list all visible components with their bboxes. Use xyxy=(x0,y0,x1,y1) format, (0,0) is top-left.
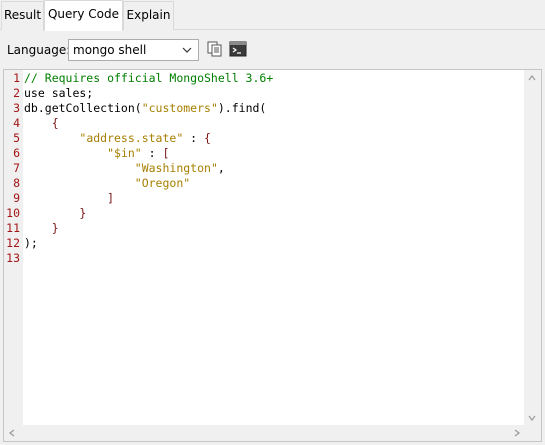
code-token: { xyxy=(204,131,211,145)
line-number: 9 xyxy=(13,191,20,205)
code-token: "customers" xyxy=(141,101,218,115)
code-line: 10 } xyxy=(4,206,273,221)
scroll-down-icon[interactable] xyxy=(528,414,536,422)
scroll-up-icon[interactable] xyxy=(528,74,536,82)
code-token: // Requires official MongoShell 3.6+ xyxy=(24,71,274,85)
code-token: { xyxy=(51,116,59,130)
line-number: 11 xyxy=(6,221,20,235)
code-token: ] xyxy=(107,191,115,205)
code-line: 9 ] xyxy=(4,191,273,206)
line-number: 3 xyxy=(13,101,20,115)
line-number: 4 xyxy=(13,116,20,130)
code-token: : xyxy=(141,146,163,160)
chevron-down-icon xyxy=(182,47,192,53)
code-token: , xyxy=(217,161,225,175)
code-token: "Oregon" xyxy=(134,176,191,190)
line-number: 8 xyxy=(13,176,20,190)
code-line: 11 } xyxy=(4,221,273,236)
copy-icon[interactable] xyxy=(206,40,224,58)
scroll-right-icon[interactable] xyxy=(513,429,521,437)
toolbar: Language: mongo shell xyxy=(0,34,545,66)
line-number: 1 xyxy=(13,71,20,85)
line-number: 12 xyxy=(6,236,20,250)
code-token: db.getCollection( xyxy=(24,101,142,115)
scrollbar-corner xyxy=(524,425,541,441)
code-token: [ xyxy=(162,146,170,160)
code-line: 7 "Washington", xyxy=(4,161,273,176)
code-token: "Washington" xyxy=(134,161,218,175)
code-token: } xyxy=(51,221,59,235)
language-select-value: mongo shell xyxy=(73,43,147,57)
language-label: Language: xyxy=(7,43,71,57)
code-line: 8 "Oregon" xyxy=(4,176,273,191)
code-token: } xyxy=(79,206,87,220)
terminal-icon[interactable] xyxy=(229,40,247,58)
code-line: 6 "$in" : [ xyxy=(4,146,273,161)
line-number: 13 xyxy=(6,251,20,265)
language-select[interactable]: mongo shell xyxy=(68,39,199,61)
code-line: 3 db.getCollection("customers").find( xyxy=(4,101,273,116)
code-line: 12); xyxy=(4,236,273,251)
tab-explain[interactable]: Explain xyxy=(123,1,174,30)
scroll-left-icon[interactable] xyxy=(8,429,16,437)
line-number: 7 xyxy=(13,161,20,175)
tab-query-code[interactable]: Query Code xyxy=(44,0,123,31)
code-line: 4 { xyxy=(4,116,273,131)
code-line: 13 xyxy=(4,251,273,266)
code-token: "address.state" xyxy=(79,131,184,145)
code-editor[interactable]: 1 // Requires official MongoShell 3.6+ 2 us… xyxy=(3,69,542,442)
code-lines: 1 // Requires official MongoShell 3.6+ 2 us… xyxy=(4,71,273,266)
code-token: "$in" xyxy=(107,146,142,160)
line-number: 5 xyxy=(13,131,20,145)
code-line: 2 use sales; xyxy=(4,86,273,101)
tab-result[interactable]: Result xyxy=(1,1,44,30)
code-token: ).find( xyxy=(217,101,267,115)
line-number: 10 xyxy=(6,206,20,220)
line-number: 2 xyxy=(13,86,20,100)
horizontal-scrollbar[interactable] xyxy=(4,425,525,441)
vertical-scrollbar[interactable] xyxy=(524,70,541,426)
code-token: ); xyxy=(24,236,38,250)
line-number: 6 xyxy=(13,146,20,160)
code-token: use sales; xyxy=(24,86,94,100)
code-token: : xyxy=(183,131,205,145)
code-line: 5 "address.state" : { xyxy=(4,131,273,146)
code-line: 1 // Requires official MongoShell 3.6+ xyxy=(4,71,273,86)
tab-bar: Result Query Code Explain xyxy=(0,0,545,31)
